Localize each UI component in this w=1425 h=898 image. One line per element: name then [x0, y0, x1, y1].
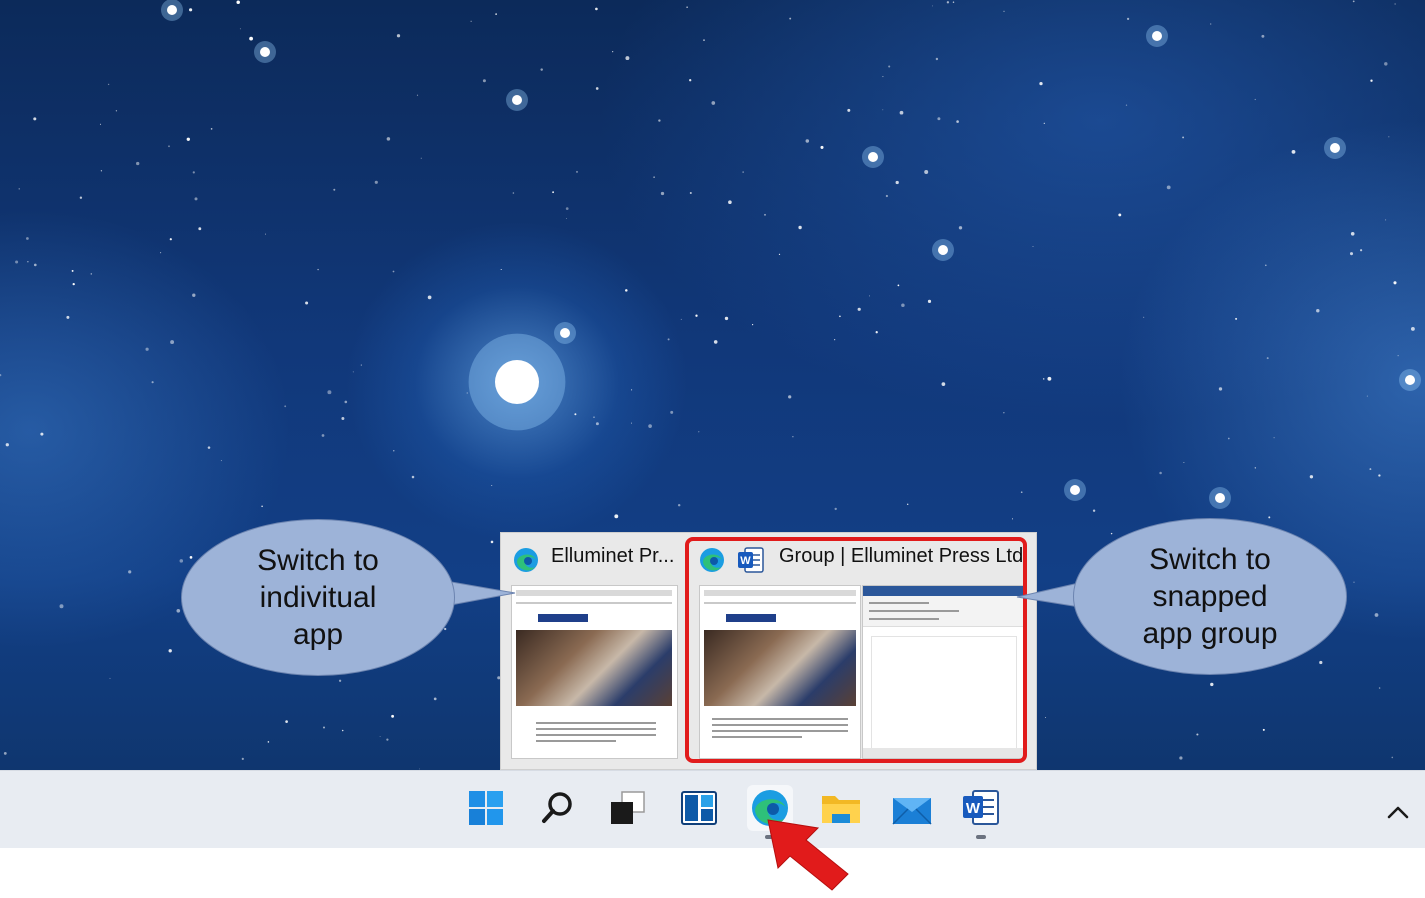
callout-right-line-3: app group [1142, 617, 1278, 650]
running-indicator [976, 835, 986, 839]
word-taskbar-button[interactable]: W [958, 785, 1004, 839]
group-highlight-box [685, 537, 1027, 763]
search-icon [542, 792, 572, 823]
mail-icon [892, 798, 932, 825]
thumbnail-individual-app[interactable]: Elluminet Pr... [501, 533, 683, 769]
windows-start-icon [469, 791, 503, 825]
widgets-icon [681, 791, 717, 825]
start-button[interactable] [463, 785, 509, 831]
show-hidden-icons-button[interactable] [1383, 797, 1413, 827]
widgets-button[interactable] [676, 785, 722, 831]
callout-individual-app: Switch to indivitual app [181, 519, 455, 676]
callout-snapped-group: Switch to snapped app group [1073, 518, 1347, 675]
search-button[interactable] [535, 785, 581, 831]
svg-text:W: W [966, 800, 981, 817]
callout-right-line-2: snapped [1152, 580, 1268, 613]
red-pointer-arrow-icon [767, 819, 849, 891]
task-view-button[interactable] [604, 785, 650, 831]
word-icon: W [963, 790, 999, 825]
callout-left-line-1: Switch to [257, 544, 379, 577]
mail-button[interactable] [889, 785, 935, 831]
edge-icon [514, 548, 538, 572]
taskbar: W [0, 770, 1425, 849]
screen-bottom-area [0, 848, 1425, 898]
browser-window-preview [511, 585, 678, 759]
thumbnail-title-individual: Elluminet Pr... [551, 545, 675, 567]
callout-left-line-3: app [292, 618, 344, 651]
callout-left-line-2: indivitual [259, 581, 377, 614]
chevron-up-icon [1387, 806, 1409, 819]
callout-right-line-1: Switch to [1149, 543, 1271, 576]
task-view-icon [611, 791, 645, 824]
